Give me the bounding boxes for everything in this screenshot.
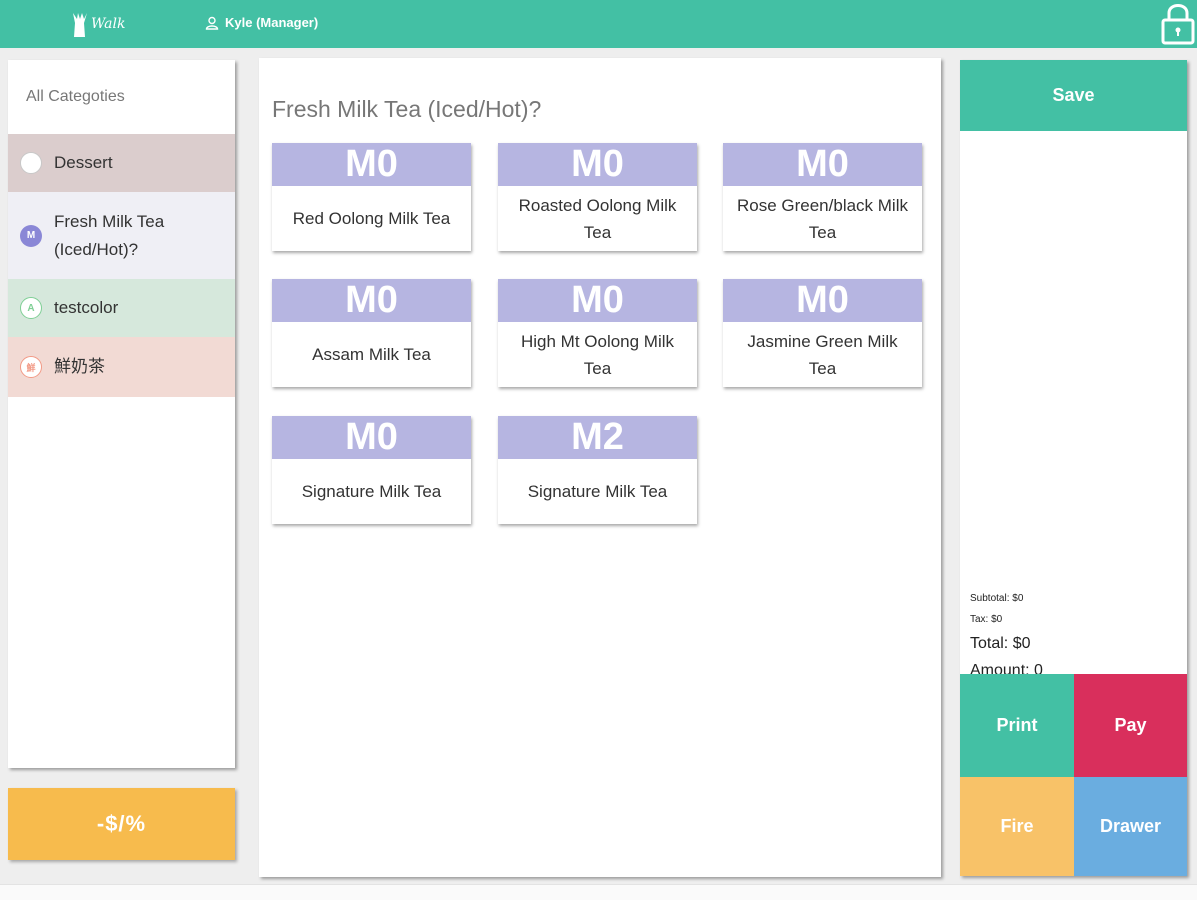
lock-button[interactable]	[1159, 2, 1197, 46]
category-badge: M	[20, 224, 42, 247]
item-name: Jasmine Green Milk Tea	[747, 331, 898, 378]
user-indicator[interactable]: Kyle (Manager)	[205, 15, 318, 30]
item-name: Signature Milk Tea	[301, 482, 442, 501]
category-badge	[20, 152, 42, 174]
lock-icon	[1161, 4, 1195, 45]
menu-item-card[interactable]: M0 Jasmine Green Milk Tea	[723, 279, 922, 387]
bottom-strip	[0, 884, 1197, 900]
total-text: Total: $0	[970, 635, 1031, 652]
item-name: Signature Milk Tea	[527, 482, 668, 501]
item-name: Rose Green/black Milk Tea	[736, 195, 908, 242]
item-code: M0	[723, 279, 922, 322]
category-badge: 鮮	[20, 356, 42, 378]
menu-item-card[interactable]: M0 Roasted Oolong Milk Tea	[498, 143, 697, 251]
menu-item-card[interactable]: M0 High Mt Oolong Milk Tea	[498, 279, 697, 387]
pay-button[interactable]: Pay	[1074, 674, 1187, 777]
item-code: M0	[272, 279, 471, 322]
category-item-fresh-milk-tea[interactable]: M Fresh Milk Tea (Iced/Hot)?	[8, 192, 235, 279]
menu-item-card[interactable]: M0 Red Oolong Milk Tea	[272, 143, 471, 251]
category-label: testcolor	[54, 298, 119, 317]
subtotal-text: Subtotal: $0	[970, 593, 1024, 604]
print-button[interactable]: Print	[960, 674, 1074, 777]
category-label: Fresh Milk Tea (Iced/Hot)?	[54, 211, 165, 259]
category-label: 鮮奶茶	[54, 357, 105, 376]
category-badge: A	[20, 297, 42, 319]
menu-item-card[interactable]: M0 Rose Green/black Milk Tea	[723, 143, 922, 251]
menu-item-card[interactable]: M0 Assam Milk Tea	[272, 279, 471, 387]
menu-item-card[interactable]: M2 Signature Milk Tea	[498, 416, 697, 524]
item-name: Roasted Oolong Milk Tea	[518, 195, 677, 242]
category-item-xian-nai-cha[interactable]: 鮮 鮮奶茶	[8, 337, 235, 397]
menu-panel: Fresh Milk Tea (Iced/Hot)? M0 Red Oolong…	[259, 58, 941, 877]
logo-icon	[73, 13, 87, 37]
drawer-button[interactable]: Drawer	[1074, 777, 1187, 876]
save-button[interactable]: Save	[960, 60, 1187, 131]
discount-button[interactable]: -$/%	[8, 788, 235, 860]
menu-title: Fresh Milk Tea (Iced/Hot)?	[272, 96, 542, 122]
category-item-dessert[interactable]: Dessert	[8, 134, 235, 192]
all-categories-item[interactable]: All Categoties	[8, 60, 235, 134]
action-buttons: Print Pay Fire Drawer	[960, 674, 1187, 876]
order-panel: Save Subtotal: $0 Tax: $0 Total: $0 Amou…	[960, 60, 1187, 876]
tax-text: Tax: $0	[970, 614, 1003, 625]
item-name: High Mt Oolong Milk Tea	[520, 331, 675, 378]
logo-text: Walk	[91, 16, 126, 32]
menu-item-card[interactable]: M0 Signature Milk Tea	[272, 416, 471, 524]
category-item-testcolor[interactable]: A testcolor	[8, 279, 235, 337]
item-code: M0	[498, 279, 697, 322]
item-name: Red Oolong Milk Tea	[292, 209, 451, 228]
item-code: M0	[723, 143, 922, 186]
item-code: M2	[498, 416, 697, 459]
app-logo: Walk	[70, 8, 125, 40]
order-totals: Subtotal: $0 Tax: $0 Total: $0 Amount: 0	[970, 588, 1043, 684]
fire-button[interactable]: Fire	[960, 777, 1074, 876]
top-bar: Walk Kyle (Manager)	[0, 0, 1197, 48]
item-name: Assam Milk Tea	[312, 345, 431, 364]
category-panel: All Categoties Dessert M Fresh Milk Tea …	[8, 60, 235, 768]
item-code: M0	[272, 416, 471, 459]
category-label: Dessert	[54, 153, 113, 172]
item-code: M0	[498, 143, 697, 186]
item-code: M0	[272, 143, 471, 186]
user-label: Kyle (Manager)	[225, 15, 319, 30]
user-icon	[205, 16, 219, 30]
